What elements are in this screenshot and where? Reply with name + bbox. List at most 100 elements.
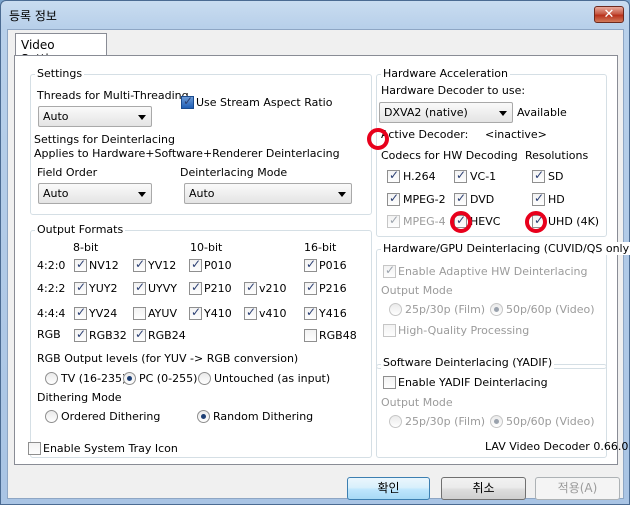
rgb48-checkbox[interactable] — [304, 329, 317, 342]
rgb32-label: RGB32 — [89, 329, 127, 342]
yv24-label: YV24 — [89, 307, 118, 320]
hw-available-label: Available — [517, 106, 567, 119]
pc-range-radio[interactable] — [123, 372, 136, 385]
dialog-window: 등록 정보 ✕ Video Settings Settings Threads … — [0, 0, 630, 505]
chevron-down-icon — [338, 192, 346, 197]
rgb-levels-label: RGB Output levels (for YUV -> RGB conver… — [37, 352, 299, 365]
deint-mode-combo[interactable]: Auto — [184, 183, 352, 204]
yadif-label: Enable YADIF Deinterlacing — [398, 376, 548, 389]
uyvy-checkbox[interactable] — [133, 280, 146, 295]
active-decoder-label: Active Decoder: — [381, 128, 469, 141]
highlight-circle-hevc — [450, 211, 472, 233]
adaptive-deint-checkbox[interactable] — [383, 263, 396, 278]
p016-checkbox[interactable] — [304, 257, 317, 272]
ayuv-label: AYUV — [148, 307, 177, 320]
deint-settings-label: Settings for Deinterlacing — [34, 133, 175, 146]
threads-value: Auto — [43, 110, 69, 123]
stream-aspect-checkbox[interactable] — [181, 94, 194, 109]
yuy2-checkbox[interactable] — [74, 280, 87, 295]
yadif-checkbox[interactable] — [383, 376, 396, 389]
output-formats-title: Output Formats — [35, 223, 126, 236]
random-dither-label: Random Dithering — [213, 410, 314, 423]
tv-range-radio[interactable] — [45, 372, 58, 385]
p216-label: P216 — [319, 282, 347, 295]
yv12-checkbox[interactable] — [133, 257, 146, 272]
col-8bit-label: 8-bit — [73, 241, 99, 254]
h264-checkbox[interactable] — [387, 168, 400, 183]
threads-combo[interactable]: Auto — [38, 106, 152, 127]
gpu-output-mode-label: Output Mode — [381, 284, 453, 297]
codecs-label: Codecs for HW Decoding — [381, 149, 518, 162]
col-16bit-label: 16-bit — [304, 241, 337, 254]
p010-checkbox[interactable] — [189, 257, 202, 272]
mpeg4-checkbox[interactable] — [387, 213, 400, 228]
tray-icon-label: Enable System Tray Icon — [43, 442, 178, 455]
v410-label: v410 — [259, 307, 287, 320]
mpeg2-checkbox[interactable] — [387, 191, 400, 206]
nv12-label: NV12 — [89, 259, 119, 272]
y416-checkbox[interactable] — [304, 305, 317, 320]
tab-panel: Settings Threads for Multi-Threading Aut… — [14, 55, 630, 465]
field-order-combo[interactable]: Auto — [38, 183, 152, 204]
gpu-film-radio[interactable] — [389, 303, 402, 316]
untouched-label: Untouched (as input) — [214, 372, 331, 385]
vc1-label: VC-1 — [470, 170, 497, 183]
sw-film-label: 25p/30p (Film) — [405, 415, 486, 428]
adaptive-deint-label: Enable Adaptive HW Deinterlacing — [398, 265, 588, 278]
tv-range-label: TV (16-235) — [61, 372, 127, 385]
gpu-video-radio[interactable] — [490, 303, 503, 316]
gpu-deint-title: Hardware/GPU Deinterlacing (CUVID/QS onl… — [381, 242, 630, 255]
hd-checkbox[interactable] — [532, 191, 545, 206]
yv24-checkbox[interactable] — [74, 305, 87, 320]
p216-checkbox[interactable] — [304, 280, 317, 295]
vc1-checkbox[interactable] — [454, 168, 467, 183]
y416-label: Y416 — [319, 307, 347, 320]
v410-checkbox[interactable] — [244, 305, 257, 320]
untouched-radio[interactable] — [198, 372, 211, 385]
tray-icon-checkbox[interactable] — [28, 442, 41, 455]
y410-checkbox[interactable] — [189, 305, 202, 320]
p210-checkbox[interactable] — [189, 280, 202, 295]
version-label: LAV Video Decoder 0.66.0 — [485, 440, 629, 453]
field-order-value: Auto — [43, 187, 69, 200]
ayuv-checkbox[interactable] — [133, 307, 146, 320]
rgb32-checkbox[interactable] — [74, 327, 87, 342]
ordered-dither-label: Ordered Dithering — [61, 410, 161, 423]
tab-video-settings[interactable]: Video Settings — [15, 33, 107, 66]
sd-checkbox[interactable] — [532, 168, 545, 183]
p016-label: P016 — [319, 259, 347, 272]
hq-processing-checkbox[interactable] — [383, 324, 396, 337]
row-rgb-label: RGB — [37, 328, 61, 341]
v210-checkbox[interactable] — [244, 280, 257, 295]
random-dither-radio[interactable] — [197, 410, 210, 423]
sw-deint-title: Software Deinterlacing (YADIF) — [381, 356, 555, 369]
rgb24-checkbox[interactable] — [133, 327, 146, 342]
title-bar[interactable]: 등록 정보 ✕ — [1, 1, 629, 29]
highlight-circle-uhd — [525, 211, 547, 233]
gpu-video-label: 50p/60p (Video) — [506, 303, 595, 316]
dvd-checkbox[interactable] — [454, 191, 467, 206]
col-10bit-label: 10-bit — [190, 241, 223, 254]
deint-applies-label: Applies to Hardware+Software+Renderer De… — [34, 147, 340, 160]
nv12-checkbox[interactable] — [74, 257, 87, 272]
hw-decoder-combo[interactable]: DXVA2 (native) — [379, 102, 513, 123]
apply-button[interactable]: 적용(A) — [535, 477, 620, 500]
yuy2-label: YUY2 — [89, 282, 118, 295]
gpu-film-label: 25p/30p (Film) — [405, 303, 486, 316]
stream-aspect-label: Use Stream Aspect Ratio — [196, 96, 333, 109]
mpeg4-label: MPEG-4 — [403, 215, 446, 228]
close-button[interactable]: ✕ — [594, 6, 624, 23]
sw-film-radio[interactable] — [389, 415, 402, 428]
ok-button[interactable]: 확인 — [347, 477, 430, 500]
uyvy-label: UYVY — [148, 282, 178, 295]
sw-video-radio[interactable] — [490, 415, 503, 428]
rgb24-label: RGB24 — [148, 329, 186, 342]
cancel-button[interactable]: 취소 — [441, 477, 526, 500]
hw-decoder-value: DXVA2 (native) — [384, 106, 468, 119]
dither-label: Dithering Mode — [37, 391, 122, 404]
dialog-client: Video Settings Settings Threads for Mult… — [7, 29, 630, 500]
pc-range-label: PC (0-255) — [139, 372, 198, 385]
resolutions-label: Resolutions — [525, 149, 589, 162]
deint-mode-value: Auto — [189, 187, 215, 200]
ordered-dither-radio[interactable] — [45, 410, 58, 423]
